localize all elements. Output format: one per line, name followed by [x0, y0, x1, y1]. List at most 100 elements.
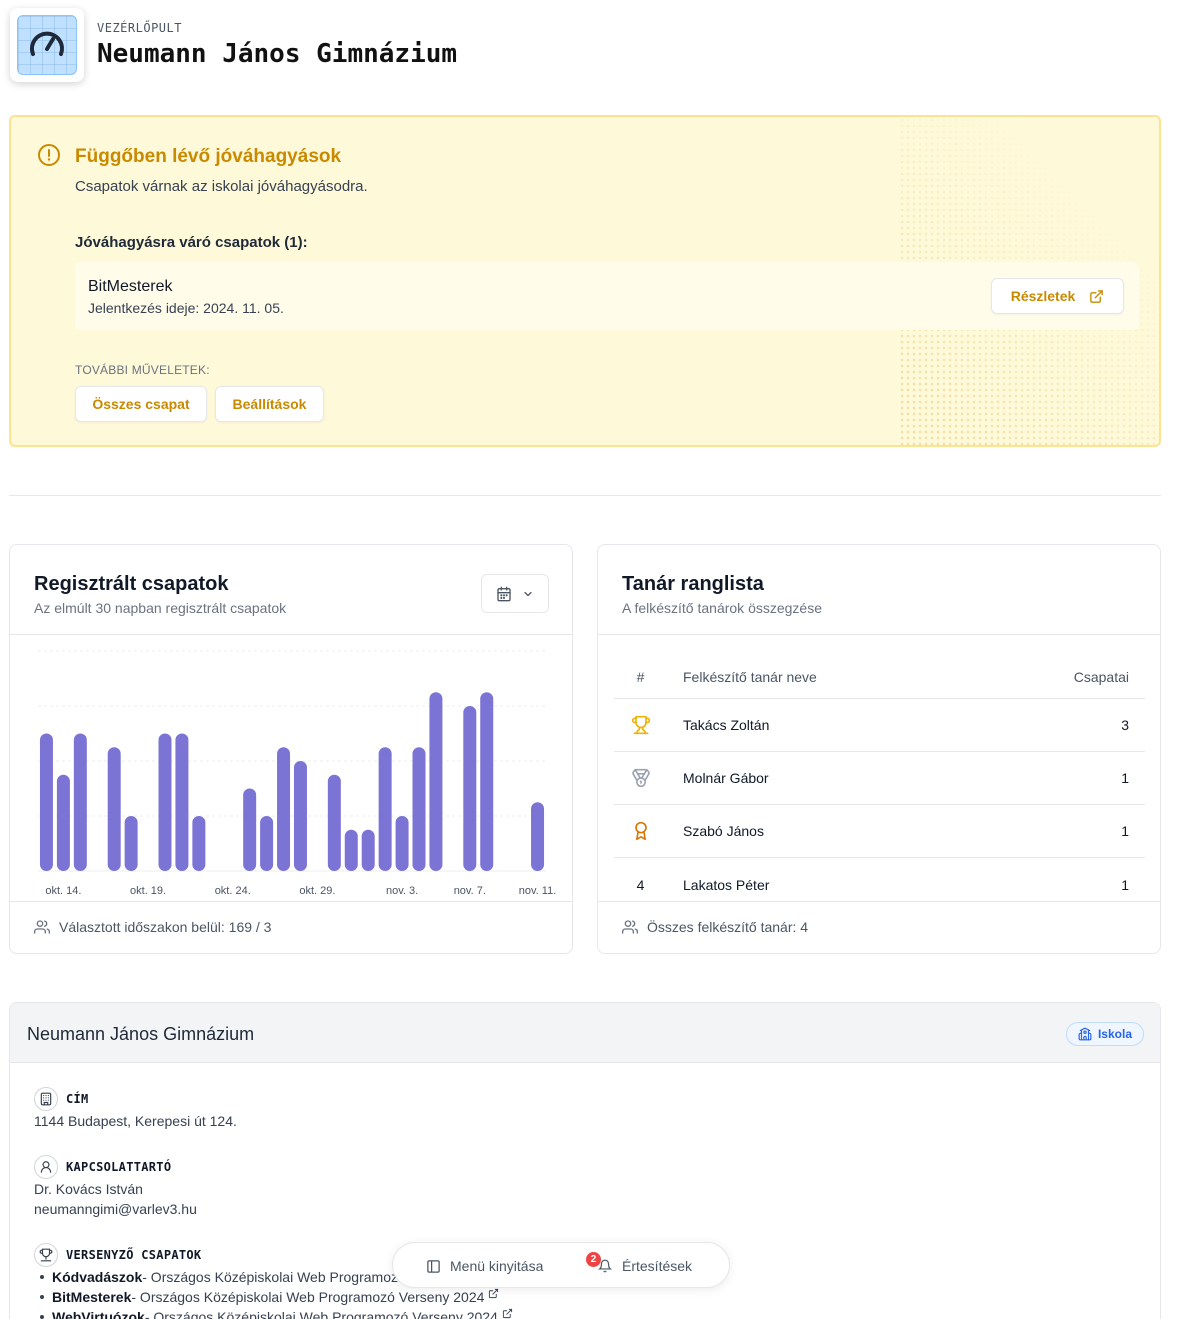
award-icon [634, 821, 647, 841]
pending-title: Függőben lévő jóváhagyások [75, 146, 342, 167]
teacher-name: Takács Zoltán [683, 717, 770, 733]
external-link-icon [489, 1288, 499, 1298]
chart-bar[interactable] [73, 733, 87, 872]
open-menu-button[interactable]: Menü kinyitása [426, 1243, 543, 1289]
chart-bar[interactable] [480, 692, 494, 871]
notifications-button[interactable]: 2 Értesítések [586, 1243, 692, 1289]
sidebar-panel-icon [427, 1259, 440, 1273]
chart-bar[interactable] [327, 774, 341, 871]
school-building-icon [1078, 1027, 1092, 1041]
page-eyebrow: VEZÉRLŐPULT [97, 21, 182, 35]
more-actions-label: TOVÁBBI MŰVELETEK: [75, 363, 210, 377]
school-address: 1144 Budapest, Kerepesi út 124. [34, 1113, 237, 1129]
chart-bar[interactable] [192, 816, 206, 871]
pending-team-date: Jelentkezés ideje: 2024. 11. 05. [88, 300, 284, 316]
external-link-icon [1090, 289, 1104, 303]
x-tick-label: okt. 24. [215, 885, 251, 897]
chart-bar[interactable] [260, 816, 274, 871]
chart-bar[interactable] [277, 747, 291, 871]
ranking-footer-text: Összes felkészítő tanár: 4 [647, 919, 809, 935]
page-header: VEZÉRLŐPULT Neumann János Gimnázium [10, 8, 457, 82]
contact-label: KAPCSOLATTARTÓ [34, 1155, 171, 1179]
teacher-team-count: 1 [1121, 823, 1129, 839]
chart-bar[interactable] [531, 802, 545, 871]
ranking-footer: Összes felkészítő tanár: 4 [622, 919, 809, 935]
teacher-rank-number: 4 [636, 876, 645, 893]
teacher-ranking-table: # Felkészítő tanár neve Csapatai Takács … [614, 655, 1145, 911]
school-info-header: Neumann János Gimnázium Iskola [10, 1003, 1160, 1063]
all-teams-button[interactable]: Összes csapat [75, 386, 207, 422]
x-tick-label: nov. 11. [519, 885, 557, 897]
col-rank-header: # [636, 668, 645, 685]
date-range-picker[interactable] [481, 574, 549, 613]
users-icon [622, 920, 638, 934]
chart-bar[interactable] [175, 733, 189, 872]
x-tick-label: nov. 3. [386, 885, 418, 897]
school-type-label: Iskola [1097, 1027, 1132, 1041]
dashboard-logo [10, 8, 84, 82]
chart-bar[interactable] [293, 761, 307, 871]
registered-teams-card: Regisztrált csapatok Az elmúlt 30 napban… [9, 544, 573, 954]
table-row: Szabó János 1 [614, 805, 1145, 858]
x-tick-label: okt. 14. [45, 885, 81, 897]
building-icon [40, 1092, 52, 1106]
contact-email[interactable]: neumanngimi@varlev3.hu [34, 1201, 197, 1217]
col-count-header: Csapatai [1073, 668, 1129, 685]
notification-count-badge: 2 [586, 1252, 601, 1267]
trophy-icon [631, 715, 650, 735]
table-row: Molnár Gábor 1 [614, 752, 1145, 805]
settings-button[interactable]: Beállítások [215, 386, 324, 422]
registered-teams-title: Regisztrált csapatok [34, 573, 229, 595]
speedometer-icon [30, 31, 64, 56]
chart-bar[interactable] [158, 733, 172, 872]
trophy-icon [39, 1248, 53, 1262]
registrations-footer-text: Választott időszakon belül: 169 / 3 [59, 919, 272, 935]
teacher-name: Szabó János [683, 823, 764, 839]
teacher-ranking-subtitle: A felkészítő tanárok összegzése [622, 600, 822, 616]
details-button[interactable]: Részletek [991, 278, 1124, 314]
external-link-icon [502, 1308, 512, 1318]
list-item[interactable]: WebVirtuózok - Országos Középiskolai Web… [34, 1307, 513, 1319]
registrations-bar-chart: okt. 14. okt. 19. okt. 24. okt. 29. nov. 3. n… [38, 650, 557, 897]
table-row: 4 Lakatos Péter 1 [614, 858, 1145, 911]
teacher-team-count: 1 [1121, 770, 1129, 786]
chart-bar[interactable] [56, 774, 70, 871]
teacher-name: Lakatos Péter [683, 876, 770, 893]
x-tick-label: okt. 19. [130, 885, 166, 897]
chart-bar[interactable] [344, 829, 358, 871]
chart-bar[interactable] [243, 788, 257, 872]
teacher-ranking-title: Tanár ranglista [622, 573, 764, 595]
chart-bar[interactable] [124, 816, 138, 871]
x-tick-label: okt. 29. [299, 885, 335, 897]
users-icon [34, 920, 50, 934]
table-row: Takács Zoltán 3 [614, 699, 1145, 752]
teacher-name: Molnár Gábor [683, 770, 769, 786]
registrations-footer: Választott időszakon belül: 169 / 3 [34, 919, 271, 935]
pending-description: Csapatok várnak az iskolai jóváhagyásodr… [75, 178, 368, 195]
school-name: Neumann János Gimnázium [27, 1024, 255, 1044]
floating-action-bar: Menü kinyitása 2 Értesítések [392, 1242, 730, 1288]
open-menu-label: Menü kinyitása [450, 1258, 544, 1274]
chart-bar[interactable] [412, 747, 426, 871]
contact-name: Dr. Kovács István [34, 1181, 143, 1197]
school-type-badge: Iskola [1065, 1022, 1144, 1046]
calendar-icon [497, 586, 511, 601]
chart-bar[interactable] [378, 747, 392, 871]
chart-bar[interactable] [463, 706, 477, 871]
x-tick-label: nov. 7. [454, 885, 486, 897]
table-header-row: # Felkészítő tanár neve Csapatai [614, 655, 1145, 699]
details-button-label: Részletek [1010, 288, 1076, 304]
card-footer-divider [598, 901, 1160, 902]
chart-bar[interactable] [39, 733, 53, 872]
chart-bar[interactable] [429, 692, 443, 871]
pending-team-card: BitMesterek Jelentkezés ideje: 2024. 11.… [75, 262, 1139, 330]
chevron-down-icon [524, 591, 532, 596]
pending-team-name: BitMesterek [88, 278, 173, 295]
chart-bar[interactable] [361, 829, 375, 871]
col-name-header: Felkészítő tanár neve [683, 668, 817, 685]
list-item[interactable]: BitMesterek - Országos Középiskolai Web … [34, 1287, 513, 1307]
user-icon [40, 1161, 52, 1173]
chart-bar[interactable] [107, 747, 121, 871]
chart-bar[interactable] [395, 816, 409, 871]
card-footer-divider [10, 901, 572, 902]
